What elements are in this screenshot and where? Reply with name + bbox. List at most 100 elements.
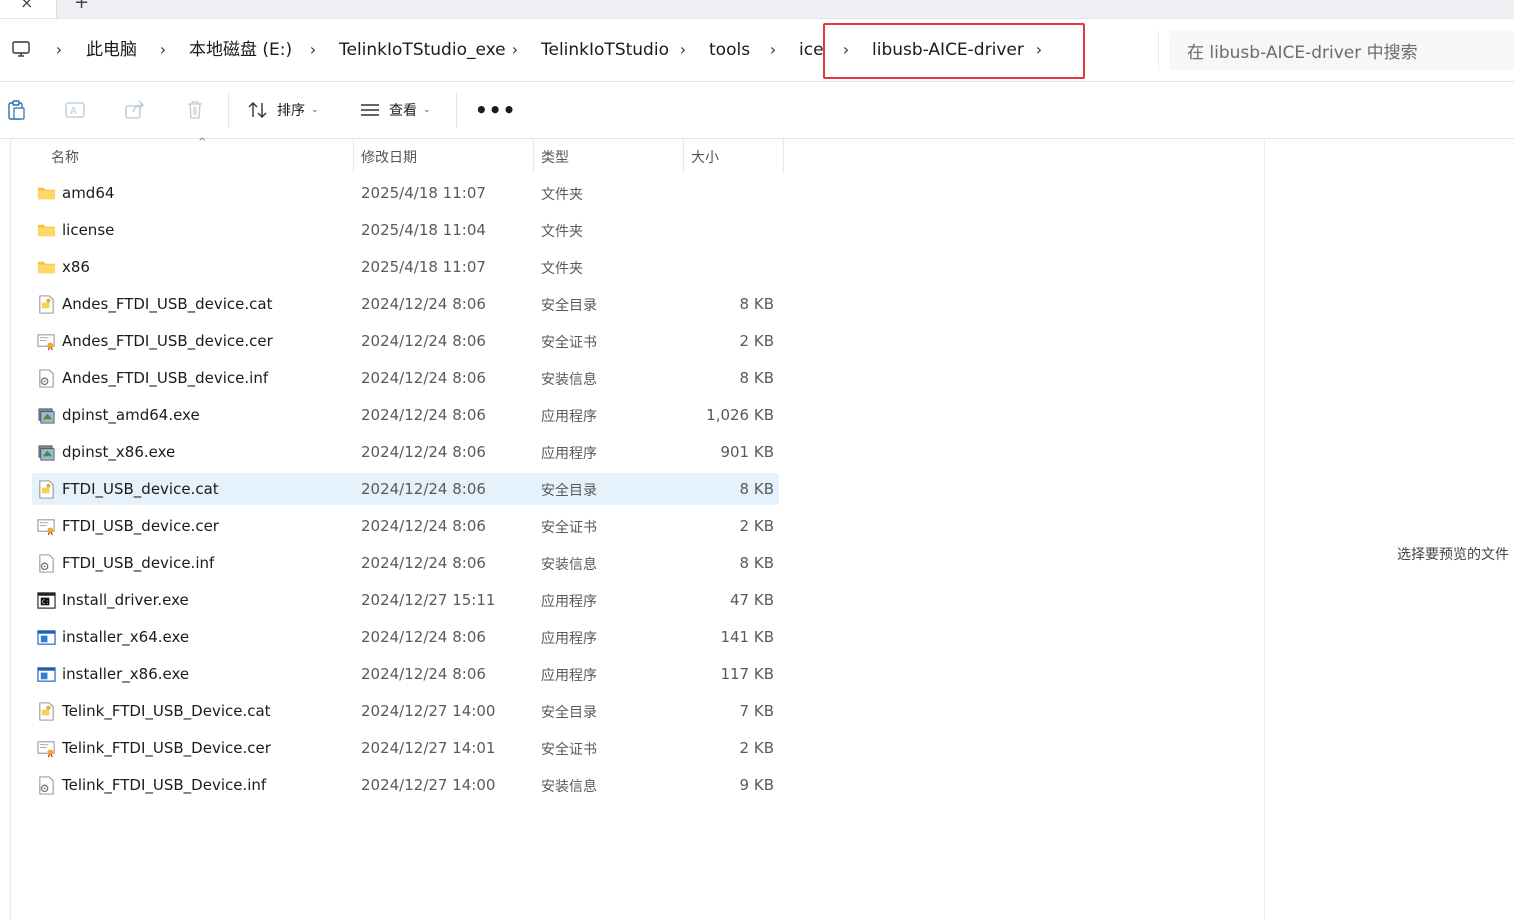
preview-pane-divider[interactable] [1264,139,1265,920]
file-row[interactable]: Andes_FTDI_USB_device.cat 2024/12/24 8:06… [32,288,779,320]
file-type: 应用程序 [541,668,597,684]
file-name: Andes_FTDI_USB_device.cat [62,295,273,313]
breadcrumb-telinkiotstudio-exe[interactable]: TelinkIoTStudio_exe [339,38,506,62]
sort-button[interactable]: 排序 ⌄ [247,96,319,124]
view-button[interactable]: 查看 ⌄ [359,96,431,124]
delete-icon[interactable] [184,99,206,121]
file-type: 文件夹 [541,224,583,240]
file-row[interactable]: FTDI_USB_device.cer 2024/12/24 8:06 安全证书 2 … [32,510,779,542]
address-bar: › 此电脑 › 本地磁盘 (E:) › TelinkIoTStudio_exe … [0,19,1514,82]
file-date-modified: 2024/12/27 14:01 [361,739,496,757]
search-placeholder: 在 libusb-AICE-driver 中搜索 [1187,43,1418,63]
breadcrumb-chevron-icon[interactable]: › [676,38,690,62]
file-date-modified: 2024/12/24 8:06 [361,554,486,572]
file-date-modified: 2024/12/27 14:00 [361,702,496,720]
column-separator[interactable] [783,139,784,173]
file-size: 117 KB [720,665,774,683]
column-date-modified[interactable]: 修改日期 [361,147,417,167]
file-row[interactable]: installer_x86.exe 2024/12/24 8:06 应用程序 117 … [32,658,779,690]
search-input[interactable]: 在 libusb-AICE-driver 中搜索 [1169,30,1514,70]
file-type: 文件夹 [541,187,583,203]
file-row[interactable]: C: Install_driver.exe 2024/12/27 15:11 应用程序… [32,584,779,616]
file-row[interactable]: Telink_FTDI_USB_Device.cer 2024/12/27 14:… [32,732,779,764]
breadcrumb-chevron-icon[interactable]: › [156,38,170,62]
certificate-file-icon [37,332,56,351]
chevron-down-icon: ⌄ [311,105,319,115]
setup-info-file-icon [37,776,56,795]
column-name[interactable]: 名称 [51,147,79,167]
file-type: 应用程序 [541,631,597,647]
breadcrumb-local-disk-e[interactable]: 本地磁盘 (E:) [189,38,292,62]
file-row[interactable]: Andes_FTDI_USB_device.inf 2024/12/24 8:06… [32,362,779,394]
file-row[interactable]: installer_x64.exe 2024/12/24 8:06 应用程序 141 … [32,621,779,653]
file-date-modified: 2024/12/24 8:06 [361,443,486,461]
file-name: FTDI_USB_device.cat [62,480,219,498]
column-separator[interactable] [533,139,534,173]
certificate-file-icon [37,517,56,536]
file-type: 应用程序 [541,594,597,610]
setup-info-file-icon [37,369,56,388]
breadcrumb-ice[interactable]: ice [799,38,824,62]
share-icon[interactable] [124,99,146,121]
preview-empty-text: 选择要预览的文件 [1397,547,1509,563]
paste-icon[interactable] [5,99,27,121]
column-headers: ^ 名称 修改日期 类型 大小 [10,137,1264,173]
file-row[interactable]: Telink_FTDI_USB_Device.cat 2024/12/27 14:… [32,695,779,727]
active-tab[interactable]: × [0,0,57,18]
file-row[interactable]: amd64 2025/4/18 11:07 文件夹 [32,177,779,209]
catalog-file-icon [37,480,56,499]
file-row[interactable]: x86 2025/4/18 11:07 文件夹 [32,251,779,283]
folder-icon [37,221,56,240]
address-divider [1158,30,1159,70]
file-name: installer_x64.exe [62,628,190,646]
file-row[interactable]: license 2025/4/18 11:04 文件夹 [32,214,779,246]
column-type[interactable]: 类型 [541,147,569,167]
file-name: FTDI_USB_device.cer [62,517,219,535]
console-app-icon: C: [37,591,56,610]
file-date-modified: 2024/12/27 14:00 [361,776,496,794]
file-type: 安全目录 [541,298,597,314]
file-row[interactable]: dpinst_amd64.exe 2024/12/24 8:06 应用程序 1,026… [32,399,779,431]
file-row[interactable]: Andes_FTDI_USB_device.cer 2024/12/24 8:06… [32,325,779,357]
file-type: 安装信息 [541,779,597,795]
breadcrumb-chevron-icon[interactable]: › [508,38,522,62]
breadcrumb-tools[interactable]: tools [709,38,750,62]
file-name: dpinst_amd64.exe [62,406,200,424]
file-row[interactable]: FTDI_USB_device.cat 2024/12/24 8:06 安全目录 8 … [32,473,779,505]
file-type: 应用程序 [541,446,597,462]
more-options-button[interactable]: ••• [475,98,516,122]
toolbar-divider [228,92,229,128]
breadcrumb-chevron-icon[interactable]: › [52,38,66,62]
file-type: 文件夹 [541,261,583,277]
breadcrumb-chevron-icon[interactable]: › [766,38,780,62]
column-separator[interactable] [353,139,354,173]
file-name: Install_driver.exe [62,591,189,609]
file-date-modified: 2024/12/24 8:06 [361,369,486,387]
file-size: 1,026 KB [706,406,774,424]
file-size: 901 KB [720,443,774,461]
this-pc-icon[interactable] [11,39,31,59]
file-date-modified: 2024/12/24 8:06 [361,517,486,535]
file-date-modified: 2025/4/18 11:07 [361,258,486,276]
toolbar-divider [456,92,457,128]
file-row[interactable]: Telink_FTDI_USB_Device.inf 2024/12/27 14:… [32,769,779,801]
breadcrumb-telinkiotstudio[interactable]: TelinkIoTStudio [541,38,669,62]
command-bar: A 排序 ⌄ 查看 ⌄ ••• [0,82,1514,139]
file-type: 安全目录 [541,483,597,499]
close-tab-icon[interactable]: × [20,0,33,12]
file-date-modified: 2025/4/18 11:04 [361,221,486,239]
column-size[interactable]: 大小 [691,147,719,167]
file-date-modified: 2024/12/24 8:06 [361,665,486,683]
new-tab-icon[interactable]: + [74,0,89,13]
rename-icon[interactable]: A [64,99,86,121]
catalog-file-icon [37,295,56,314]
file-row[interactable]: dpinst_x86.exe 2024/12/24 8:06 应用程序 901 KB [32,436,779,468]
file-size: 8 KB [739,369,774,387]
file-row[interactable]: FTDI_USB_device.inf 2024/12/24 8:06 安装信息 8 … [32,547,779,579]
file-name: Telink_FTDI_USB_Device.cat [62,702,271,720]
column-separator[interactable] [683,139,684,173]
breadcrumb-this-pc[interactable]: 此电脑 [86,38,137,62]
file-date-modified: 2025/4/18 11:07 [361,184,486,202]
view-list-icon [361,104,379,116]
breadcrumb-chevron-icon[interactable]: › [306,38,320,62]
